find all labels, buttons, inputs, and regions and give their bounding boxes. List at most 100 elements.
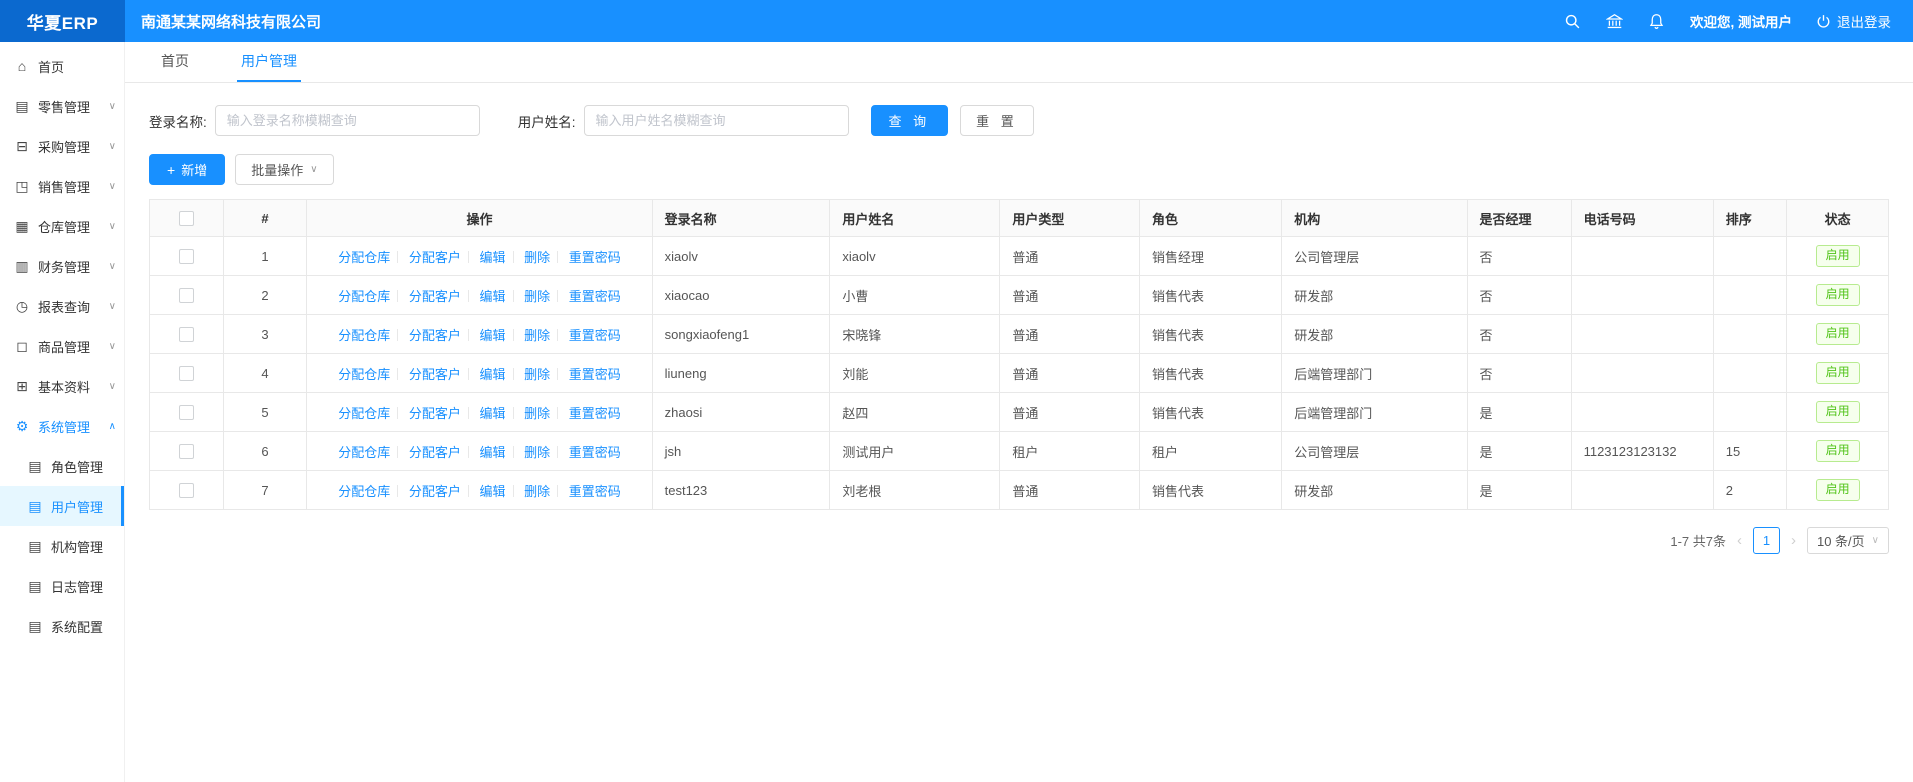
- row-checkbox[interactable]: [179, 444, 194, 459]
- edit-link[interactable]: 编辑: [479, 445, 505, 460]
- assign-customer-link[interactable]: 分配客户: [409, 445, 461, 460]
- login-name-input[interactable]: [215, 105, 480, 136]
- row-checkbox[interactable]: [179, 483, 194, 498]
- assign-customer-link[interactable]: 分配客户: [409, 289, 461, 304]
- cell-phone: [1571, 237, 1713, 276]
- sidebar-item[interactable]: ▤ 系统配置: [0, 606, 124, 646]
- row-checkbox[interactable]: [179, 366, 194, 381]
- edit-link[interactable]: 编辑: [479, 406, 505, 421]
- sidebar-item[interactable]: ▥ 财务管理 ∨: [0, 246, 124, 286]
- doc-icon: ▤: [27, 458, 43, 475]
- tab[interactable]: 用户管理: [237, 42, 301, 82]
- edit-link[interactable]: 编辑: [479, 484, 505, 499]
- delete-link[interactable]: 删除: [524, 367, 550, 382]
- sidebar-item[interactable]: ◳ 销售管理 ∨: [0, 166, 124, 206]
- bell-icon[interactable]: [1648, 12, 1666, 30]
- delete-link[interactable]: 删除: [524, 406, 550, 421]
- edit-link[interactable]: 编辑: [479, 250, 505, 265]
- cell-is-manager: 否: [1467, 315, 1571, 354]
- sidebar-item[interactable]: ▤ 零售管理 ∨: [0, 86, 124, 126]
- welcome-text: 欢迎您, 测试用户: [1690, 11, 1792, 31]
- reset-password-link[interactable]: 重置密码: [569, 289, 621, 304]
- tab[interactable]: 首页: [157, 42, 193, 82]
- edit-link[interactable]: 编辑: [479, 328, 505, 343]
- sidebar-item[interactable]: ◻ 商品管理 ∨: [0, 326, 124, 366]
- assign-warehouse-link[interactable]: 分配仓库: [338, 289, 390, 304]
- sidebar-item[interactable]: ◷ 报表查询 ∨: [0, 286, 124, 326]
- column-header: 机构: [1282, 200, 1467, 237]
- report-icon: ◷: [14, 298, 30, 315]
- page-number-button[interactable]: 1: [1753, 527, 1780, 554]
- assign-customer-link[interactable]: 分配客户: [409, 328, 461, 343]
- cell-login-name: xiaocao: [652, 276, 830, 315]
- sidebar-item-label: 系统配置: [51, 617, 103, 636]
- select-all-checkbox[interactable]: [179, 211, 194, 226]
- reset-password-link[interactable]: 重置密码: [569, 484, 621, 499]
- edit-link[interactable]: 编辑: [479, 289, 505, 304]
- sidebar-item[interactable]: ⊞ 基本资料 ∨: [0, 366, 124, 406]
- assign-warehouse-link[interactable]: 分配仓库: [338, 250, 390, 265]
- page-size-select[interactable]: 10 条/页 ∨: [1807, 527, 1889, 554]
- assign-warehouse-link[interactable]: 分配仓库: [338, 484, 390, 499]
- reset-password-link[interactable]: 重置密码: [569, 367, 621, 382]
- assign-warehouse-link[interactable]: 分配仓库: [338, 367, 390, 382]
- sidebar-item-label: 用户管理: [51, 497, 103, 516]
- add-button[interactable]: + 新增: [149, 154, 225, 185]
- reset-password-link[interactable]: 重置密码: [569, 250, 621, 265]
- assign-customer-link[interactable]: 分配客户: [409, 406, 461, 421]
- assign-customer-link[interactable]: 分配客户: [409, 367, 461, 382]
- cell-user-name: 小曹: [830, 276, 1000, 315]
- warehouse-icon: ▦: [14, 218, 30, 235]
- search-icon[interactable]: [1564, 12, 1582, 30]
- sidebar-item[interactable]: ⌂ 首页: [0, 46, 124, 86]
- reset-password-link[interactable]: 重置密码: [569, 445, 621, 460]
- search-button[interactable]: 查 询: [871, 105, 949, 136]
- sidebar-item[interactable]: ▤ 日志管理: [0, 566, 124, 606]
- sidebar-item[interactable]: ▤ 角色管理: [0, 446, 124, 486]
- delete-link[interactable]: 删除: [524, 328, 550, 343]
- pagination: 1-7 共7条 ‹ 1 › 10 条/页 ∨: [149, 527, 1889, 554]
- sidebar-item[interactable]: ▤ 用户管理: [0, 486, 124, 526]
- divider: [397, 407, 398, 419]
- bank-icon[interactable]: [1606, 12, 1624, 30]
- chevron-right-icon[interactable]: ›: [1789, 532, 1798, 549]
- table-row: 5 分配仓库 分配客户 编辑 删除 重置密码 zhaosi 赵四 普通: [150, 393, 1889, 432]
- reset-button[interactable]: 重 置: [960, 105, 1034, 136]
- batch-actions-button[interactable]: 批量操作 ∨: [235, 154, 333, 185]
- assign-warehouse-link[interactable]: 分配仓库: [338, 328, 390, 343]
- cell-role: 租户: [1140, 432, 1282, 471]
- sidebar-item[interactable]: ▤ 机构管理: [0, 526, 124, 566]
- cell-login-name: xiaolv: [652, 237, 830, 276]
- row-checkbox[interactable]: [179, 288, 194, 303]
- pagination-range: 1-7 共7条: [1670, 531, 1726, 550]
- sidebar-item[interactable]: ⊟ 采购管理 ∨: [0, 126, 124, 166]
- row-actions: 分配仓库 分配客户 编辑 删除 重置密码: [307, 315, 652, 354]
- sidebar-item-label: 日志管理: [51, 577, 103, 596]
- cell-organization: 公司管理层: [1282, 237, 1467, 276]
- assign-warehouse-link[interactable]: 分配仓库: [338, 445, 390, 460]
- assign-customer-link[interactable]: 分配客户: [409, 250, 461, 265]
- table-header-row: #操作登录名称用户姓名用户类型角色机构是否经理电话号码排序状态: [150, 200, 1889, 237]
- row-checkbox[interactable]: [179, 405, 194, 420]
- reset-password-link[interactable]: 重置密码: [569, 328, 621, 343]
- chevron-left-icon[interactable]: ‹: [1735, 532, 1744, 549]
- assign-customer-link[interactable]: 分配客户: [409, 484, 461, 499]
- table-row: 7 分配仓库 分配客户 编辑 删除 重置密码 test123 刘老根 普通: [150, 471, 1889, 510]
- reset-password-link[interactable]: 重置密码: [569, 406, 621, 421]
- logout-button[interactable]: 退出登录: [1816, 11, 1891, 31]
- divider: [557, 329, 558, 341]
- delete-link[interactable]: 删除: [524, 445, 550, 460]
- delete-link[interactable]: 删除: [524, 484, 550, 499]
- row-checkbox[interactable]: [179, 249, 194, 264]
- assign-warehouse-link[interactable]: 分配仓库: [338, 406, 390, 421]
- user-name-input[interactable]: [584, 105, 849, 136]
- edit-link[interactable]: 编辑: [479, 367, 505, 382]
- row-checkbox[interactable]: [179, 327, 194, 342]
- sidebar-item[interactable]: ⚙ 系统管理 ∧: [0, 406, 124, 446]
- delete-link[interactable]: 删除: [524, 289, 550, 304]
- divider: [513, 407, 514, 419]
- delete-link[interactable]: 删除: [524, 250, 550, 265]
- sidebar-item[interactable]: ▦ 仓库管理 ∨: [0, 206, 124, 246]
- cell-sort: [1713, 354, 1787, 393]
- cell-is-manager: 是: [1467, 393, 1571, 432]
